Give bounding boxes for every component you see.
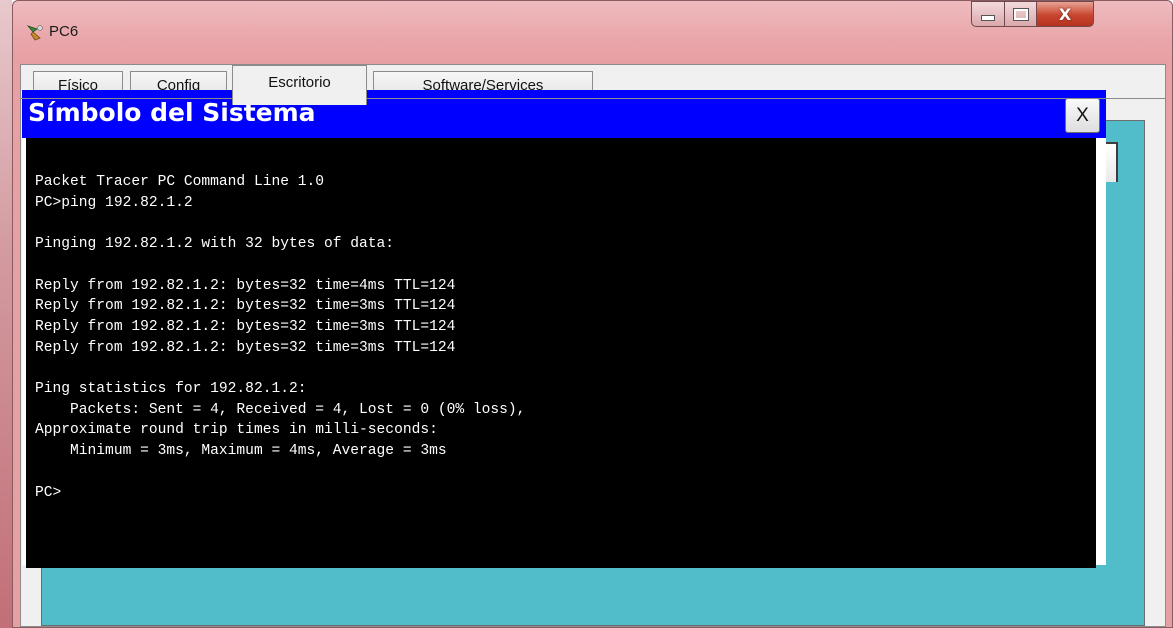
close-icon: X — [1058, 4, 1072, 24]
maximize-button[interactable] — [1004, 1, 1037, 27]
maximize-icon — [1012, 7, 1029, 21]
tab-escritorio[interactable]: Escritorio — [232, 65, 367, 105]
window-title: PC6 — [49, 23, 79, 40]
tab-divider — [21, 98, 1165, 99]
packet-tracer-pc-icon — [25, 23, 45, 43]
close-button[interactable]: X — [1036, 1, 1094, 27]
terminal-console[interactable]: Packet Tracer PC Command Line 1.0 PC>pin… — [26, 138, 1096, 568]
title-bar[interactable]: PC6 X — [13, 1, 1172, 51]
command-prompt-close-button[interactable]: X — [1065, 98, 1100, 133]
command-prompt-window: Símbolo del Sistema X Packet Tracer PC C… — [22, 90, 1106, 568]
desktop-background — [0, 0, 12, 628]
minimize-button[interactable] — [971, 1, 1005, 27]
minimize-icon — [981, 15, 995, 21]
terminal-output: Packet Tracer PC Command Line 1.0 PC>pin… — [35, 174, 526, 501]
